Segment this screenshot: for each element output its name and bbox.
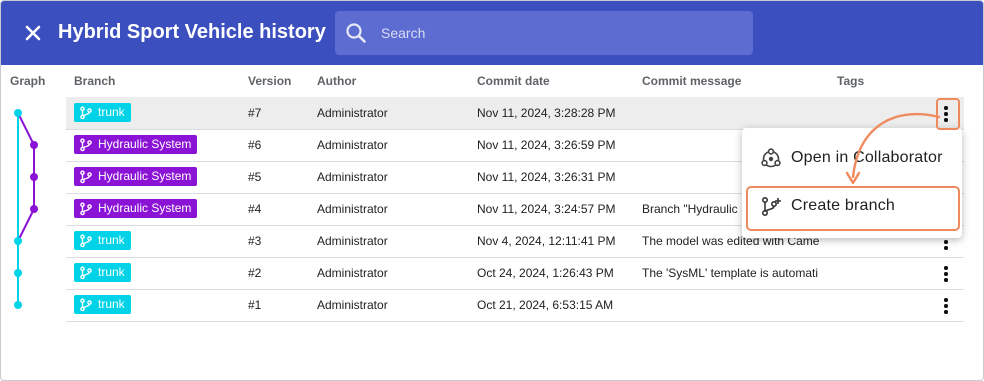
close-button[interactable] <box>19 19 47 47</box>
column-header-commit-message[interactable]: Commit message <box>642 74 741 88</box>
branch-icon <box>80 170 92 184</box>
column-header-graph: Graph <box>10 74 46 88</box>
commit-graph <box>14 109 38 309</box>
version-cell: #2 <box>248 266 262 280</box>
commit-message-cell <box>642 97 828 129</box>
column-header-version[interactable]: Version <box>248 74 291 88</box>
close-icon <box>25 25 41 41</box>
commit-node[interactable] <box>30 173 38 181</box>
history-dialog: Hybrid Sport Vehicle history Graph Branc… <box>0 0 984 381</box>
table-row[interactable]: trunk #1 Administrator Oct 21, 2024, 6:53:1… <box>66 289 964 322</box>
branch-badge[interactable]: Hydraulic System <box>74 199 198 218</box>
commit-date-cell: Nov 11, 2024, 3:24:57 PM <box>477 202 616 216</box>
create-branch-label: Create branch <box>791 197 895 214</box>
version-cell: #4 <box>248 202 262 216</box>
branch-name: trunk <box>98 233 125 247</box>
branch-badge[interactable]: trunk <box>74 263 131 282</box>
search-icon <box>346 23 366 43</box>
branch-name: trunk <box>98 105 125 119</box>
author-cell: Administrator <box>317 234 388 248</box>
commit-node[interactable] <box>14 301 22 309</box>
more-actions-button[interactable] <box>936 264 956 284</box>
search-input[interactable] <box>381 11 741 55</box>
branch-badge[interactable]: trunk <box>74 103 131 122</box>
table-row[interactable]: trunk #2 Administrator Oct 24, 2024, 1:26:4… <box>66 257 964 290</box>
branch-name: trunk <box>98 297 125 311</box>
commit-date-cell: Oct 21, 2024, 6:53:15 AM <box>477 298 614 312</box>
branch-badge[interactable]: trunk <box>74 295 131 314</box>
version-cell: #1 <box>248 298 262 312</box>
commit-date-cell: Nov 4, 2024, 12:11:41 PM <box>477 234 616 248</box>
commit-date-cell: Oct 24, 2024, 1:26:43 PM <box>477 266 614 280</box>
author-cell: Administrator <box>317 138 388 152</box>
open-in-collaborator-label: Open in Collaborator <box>791 149 943 166</box>
branch-badge[interactable]: trunk <box>74 231 131 250</box>
column-header-author[interactable]: Author <box>317 74 356 88</box>
commit-date-cell: Nov 11, 2024, 3:26:59 PM <box>477 138 616 152</box>
column-header-tags[interactable]: Tags <box>837 74 864 88</box>
version-cell: #3 <box>248 234 262 248</box>
dialog-header: Hybrid Sport Vehicle history <box>1 1 983 65</box>
branch-icon <box>80 138 92 152</box>
branch-name: Hydraulic System <box>98 137 192 151</box>
branch-merge-connector <box>17 112 35 146</box>
author-cell: Administrator <box>317 266 388 280</box>
branch-icon <box>80 298 92 312</box>
commit-message-cell <box>642 289 828 321</box>
version-cell: #6 <box>248 138 262 152</box>
author-cell: Administrator <box>317 202 388 216</box>
author-cell: Administrator <box>317 170 388 184</box>
branch-badge[interactable]: Hydraulic System <box>74 135 198 154</box>
branch-icon <box>80 234 92 248</box>
open-in-collaborator-menu-item[interactable]: Open in Collaborator <box>742 136 962 182</box>
author-cell: Administrator <box>317 298 388 312</box>
commit-node[interactable] <box>14 269 22 277</box>
dialog-title: Hybrid Sport Vehicle history <box>58 21 326 43</box>
branch-name: Hydraulic System <box>98 169 192 183</box>
create-branch-menu-item[interactable]: Create branch <box>742 184 962 230</box>
collaborator-icon <box>761 148 781 168</box>
more-actions-button[interactable] <box>936 296 956 316</box>
branch-badge[interactable]: Hydraulic System <box>74 167 198 186</box>
branch-icon <box>80 106 92 120</box>
branch-icon <box>80 202 92 216</box>
commit-node[interactable] <box>14 237 22 245</box>
column-header-branch[interactable]: Branch <box>74 74 115 88</box>
commit-node[interactable] <box>30 205 38 213</box>
commit-date-cell: Nov 11, 2024, 3:28:28 PM <box>477 106 616 120</box>
version-cell: #7 <box>248 106 262 120</box>
branch-icon <box>80 266 92 280</box>
column-header-commit-date[interactable]: Commit date <box>477 74 550 88</box>
commit-node[interactable] <box>14 109 22 117</box>
row-context-menu: Open in Collaborator Create branch <box>742 128 962 238</box>
commit-date-cell: Nov 11, 2024, 3:26:31 PM <box>477 170 616 184</box>
commit-node[interactable] <box>30 141 38 149</box>
create-branch-icon <box>761 196 781 217</box>
version-cell: #5 <box>248 170 262 184</box>
search-box[interactable] <box>335 11 753 55</box>
author-cell: Administrator <box>317 106 388 120</box>
more-actions-button[interactable] <box>936 104 956 124</box>
commit-message-cell: The 'SysML' template is automati <box>642 266 818 280</box>
branch-name: trunk <box>98 265 125 279</box>
table-row[interactable]: trunk #7 Administrator Nov 11, 2024, 3:28:2… <box>66 97 964 130</box>
branch-name: Hydraulic System <box>98 201 192 215</box>
branch-fork-connector <box>17 208 35 242</box>
